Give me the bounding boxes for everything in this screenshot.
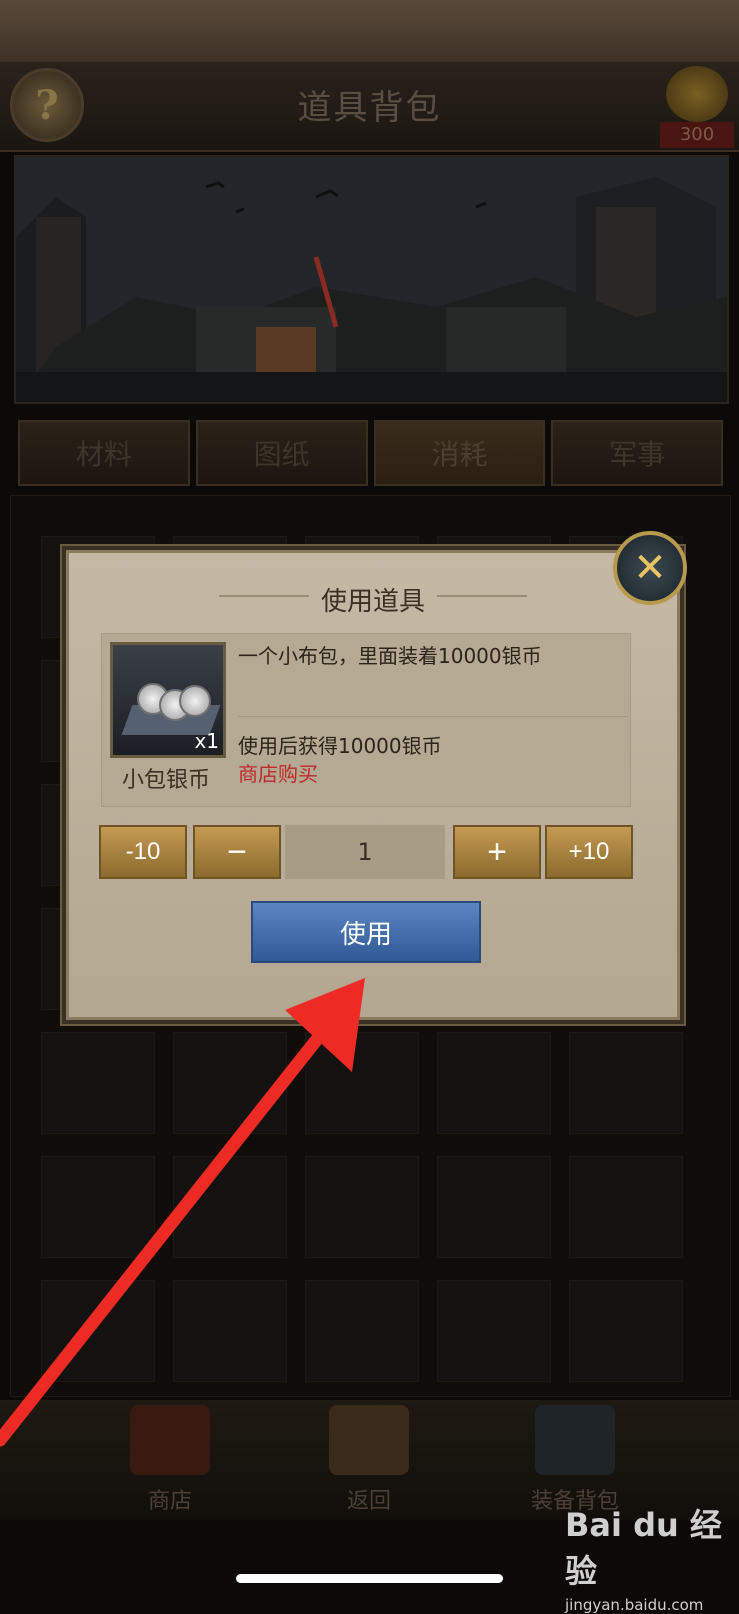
inventory-slot[interactable]: [437, 1032, 551, 1134]
close-button[interactable]: ✕: [613, 531, 687, 605]
inventory-slot[interactable]: [41, 1280, 155, 1382]
inventory-slot[interactable]: [173, 1280, 287, 1382]
inventory-slot[interactable]: [173, 1156, 287, 1258]
equipment-chest-icon: [535, 1405, 615, 1475]
inventory-slot[interactable]: [569, 1156, 683, 1258]
use-button[interactable]: 使用: [251, 901, 481, 963]
inventory-slot[interactable]: [569, 1032, 683, 1134]
plus-button[interactable]: +: [453, 825, 541, 879]
dialog-title: 使用道具: [320, 587, 425, 617]
item-info-panel: x1 小包银币 一个小布包，里面装着10000银币 使用后获得10000银币 商…: [101, 633, 631, 807]
divider: [238, 716, 628, 717]
watermark-url: jingyan.baidu.com: [565, 1596, 704, 1614]
close-icon: ✕: [633, 545, 667, 591]
quantity-value[interactable]: 1: [285, 825, 445, 879]
inventory-slot[interactable]: [305, 1156, 419, 1258]
reward-count: 300: [660, 122, 734, 148]
inventory-slot[interactable]: [305, 1032, 419, 1134]
question-icon: ?: [35, 81, 59, 129]
minus-button[interactable]: −: [193, 825, 281, 879]
inventory-slot[interactable]: [305, 1280, 419, 1382]
banner-image: [14, 155, 729, 404]
category-tabs: 材料 图纸 消耗 军事: [18, 420, 723, 486]
tab-blueprints[interactable]: 图纸: [195, 420, 368, 486]
help-button[interactable]: ?: [10, 68, 84, 142]
gate-icon: [329, 1405, 409, 1475]
nav-shop[interactable]: 商店: [105, 1405, 235, 1515]
shop-purchase-link[interactable]: 商店购买: [238, 758, 438, 787]
inventory-slot[interactable]: [569, 1280, 683, 1382]
silver-coin-icon: [179, 685, 211, 717]
nav-equipment-bag[interactable]: 装备背包: [500, 1405, 650, 1515]
nav-back[interactable]: 返回: [304, 1405, 434, 1515]
item-quantity: x1: [194, 729, 219, 753]
inventory-slot[interactable]: [437, 1280, 551, 1382]
tab-military[interactable]: 军事: [551, 420, 723, 486]
nav-shop-label: 商店: [147, 1489, 192, 1514]
tab-consumables[interactable]: 消耗: [373, 420, 546, 486]
nav-back-label: 返回: [346, 1489, 391, 1514]
inventory-slot[interactable]: [437, 1156, 551, 1258]
use-item-dialog: 使用道具 x1 小包银币 一个小布包，里面装着10000银币 使用后获得1000…: [66, 531, 687, 1020]
inventory-slot[interactable]: [173, 1032, 287, 1134]
plus-10-button[interactable]: +10: [545, 825, 633, 879]
watermark-logo: Bai du 经验: [565, 1506, 722, 1590]
top-decor-strip: [0, 0, 739, 62]
minus-10-button[interactable]: -10: [99, 825, 187, 879]
page-title: 道具背包: [297, 88, 442, 128]
gold-fist-icon: [666, 66, 728, 122]
baidu-watermark: Bai du 经验 jingyan.baidu.com: [565, 1500, 735, 1614]
item-description: 一个小布包，里面装着10000银币: [238, 644, 542, 668]
item-effect: 使用后获得10000银币: [238, 734, 442, 758]
shop-icon: [130, 1405, 210, 1475]
inventory-slot[interactable]: [41, 1156, 155, 1258]
tab-materials[interactable]: 材料: [18, 420, 190, 486]
item-name: 小包银币: [121, 768, 210, 793]
item-thumbnail: x1: [110, 642, 226, 758]
inventory-slot[interactable]: [41, 1032, 155, 1134]
home-indicator[interactable]: [236, 1574, 503, 1583]
reward-button[interactable]: 300: [660, 66, 734, 148]
